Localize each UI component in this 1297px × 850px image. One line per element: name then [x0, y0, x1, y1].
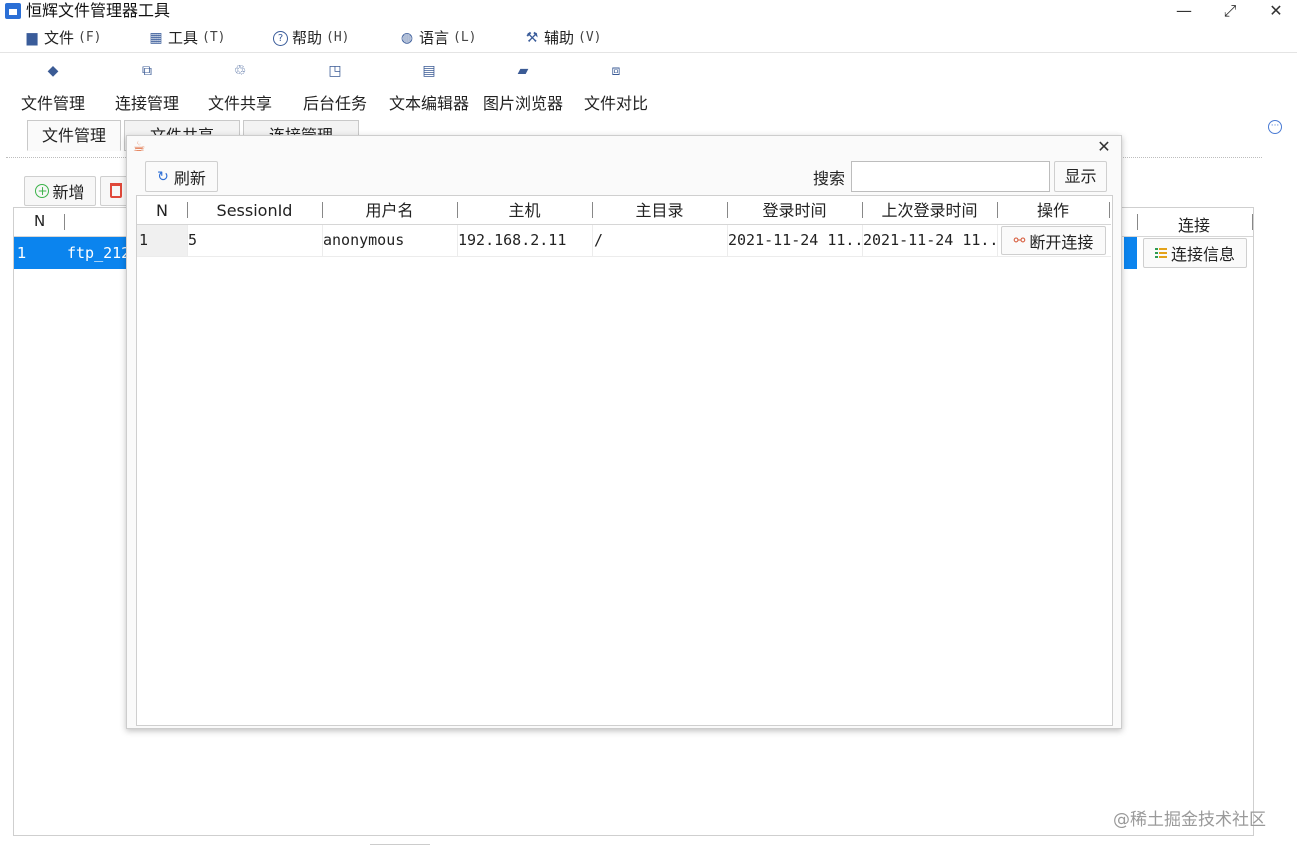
- share-icon: ♲: [233, 63, 247, 79]
- refresh-button[interactable]: ↻ 刷新: [145, 161, 218, 192]
- column-header-connection[interactable]: 连接: [1178, 212, 1210, 236]
- column-header-host[interactable]: 主机: [457, 201, 592, 221]
- tab-file-manager[interactable]: 文件管理: [27, 120, 121, 151]
- cell-username: anonymous: [323, 231, 405, 249]
- menu-file[interactable]: ▆ 文件 (F): [24, 27, 102, 49]
- toolbar-file-compare[interactable]: ⧈ 文件对比: [581, 62, 651, 114]
- file-icon: ▆: [26, 30, 38, 46]
- menu-language[interactable]: ◍ 语言 (L): [399, 27, 477, 49]
- coffee-icon: ☕: [132, 139, 146, 155]
- toolbar-file-share[interactable]: ♲ 文件共享: [205, 62, 275, 114]
- dialog-title-bar: [127, 136, 1121, 158]
- list-icon: [1154, 247, 1167, 259]
- maximize-button[interactable]: ⤢: [1210, 0, 1250, 22]
- row-number: 1: [139, 231, 149, 249]
- refresh-icon: ↻: [157, 168, 169, 185]
- image-icon: ▰: [517, 63, 529, 79]
- dialog-close-button[interactable]: ✕: [1094, 137, 1114, 157]
- column-separator: [64, 214, 65, 230]
- title-bar: [0, 0, 1297, 22]
- wrench-icon: ⚒: [525, 30, 539, 46]
- column-header-username[interactable]: 用户名: [322, 201, 457, 221]
- column-header-n[interactable]: N: [34, 212, 45, 230]
- scrollbar[interactable]: [370, 844, 430, 850]
- more-icon[interactable]: ···: [1268, 120, 1282, 134]
- selected-cell[interactable]: [1124, 237, 1137, 269]
- unlink-icon: ⚯: [1013, 232, 1026, 249]
- layers-icon: ◆: [47, 63, 59, 79]
- sessions-table: [136, 195, 1113, 726]
- cell-host: 192.168.2.11: [458, 231, 567, 249]
- app-logo-icon: [5, 3, 21, 19]
- search-input[interactable]: [851, 161, 1050, 192]
- toolbar-file-manager[interactable]: ◆ 文件管理: [18, 62, 88, 114]
- compare-icon: ⧈: [611, 63, 621, 79]
- column-header-last-login[interactable]: 上次登录时间: [862, 201, 997, 221]
- column-header-session-id[interactable]: SessionId: [187, 201, 322, 221]
- menu-tools[interactable]: ▦ 工具 (T): [148, 27, 225, 49]
- cell-last-login: 2021-11-24 11...: [863, 231, 995, 249]
- help-icon: ?: [273, 30, 288, 46]
- close-button[interactable]: ✕: [1256, 0, 1296, 22]
- search-label: 搜索: [813, 169, 846, 188]
- menu-assist[interactable]: ⚒ 辅助 (V): [524, 27, 602, 49]
- column-separator: [1137, 214, 1138, 230]
- toolbar-background-tasks[interactable]: ◳ 后台任务: [300, 62, 370, 114]
- column-header-action[interactable]: 操作: [997, 201, 1109, 221]
- watermark: @稀土掘金技术社区: [1113, 810, 1266, 830]
- column-separator: [1109, 202, 1110, 218]
- activity-icon: ◳: [328, 63, 342, 79]
- cell-border: [592, 225, 593, 256]
- minimize-button[interactable]: —: [1164, 0, 1204, 22]
- trash-icon: [110, 183, 122, 198]
- grid-icon: ▦: [149, 30, 163, 46]
- add-button[interactable]: + 新增: [24, 176, 96, 206]
- code-window-icon: ⧉: [142, 63, 152, 79]
- column-header-login-time[interactable]: 登录时间: [727, 201, 862, 221]
- cell-home-dir: /: [594, 231, 604, 249]
- window-title: 恒辉文件管理器工具: [26, 1, 171, 20]
- toolbar-text-editor[interactable]: ▤ 文本编辑器: [386, 62, 472, 114]
- connection-info-button[interactable]: 连接信息: [1143, 238, 1247, 268]
- toolbar-connection-manager[interactable]: ⧉ 连接管理: [112, 62, 182, 114]
- plus-icon: +: [35, 184, 50, 198]
- menu-help[interactable]: ? 帮助 (H): [273, 27, 350, 49]
- disconnect-button[interactable]: ⚯ 断开连接: [1001, 226, 1106, 255]
- cell-session-id: 5: [188, 231, 198, 249]
- cell-border: [997, 225, 998, 256]
- column-header-n[interactable]: N: [137, 201, 187, 221]
- globe-icon: ◍: [400, 30, 414, 46]
- row-number: 1: [17, 244, 27, 262]
- toolbar-image-viewer[interactable]: ▰ 图片浏览器: [480, 62, 566, 114]
- document-icon: ▤: [422, 63, 436, 79]
- cell-login-time: 2021-11-24 11...: [728, 231, 860, 249]
- column-header-home-dir[interactable]: 主目录: [592, 201, 727, 221]
- show-button[interactable]: 显示: [1054, 161, 1107, 192]
- column-separator: [1252, 214, 1253, 230]
- row-name: ftp_2122: [67, 244, 127, 262]
